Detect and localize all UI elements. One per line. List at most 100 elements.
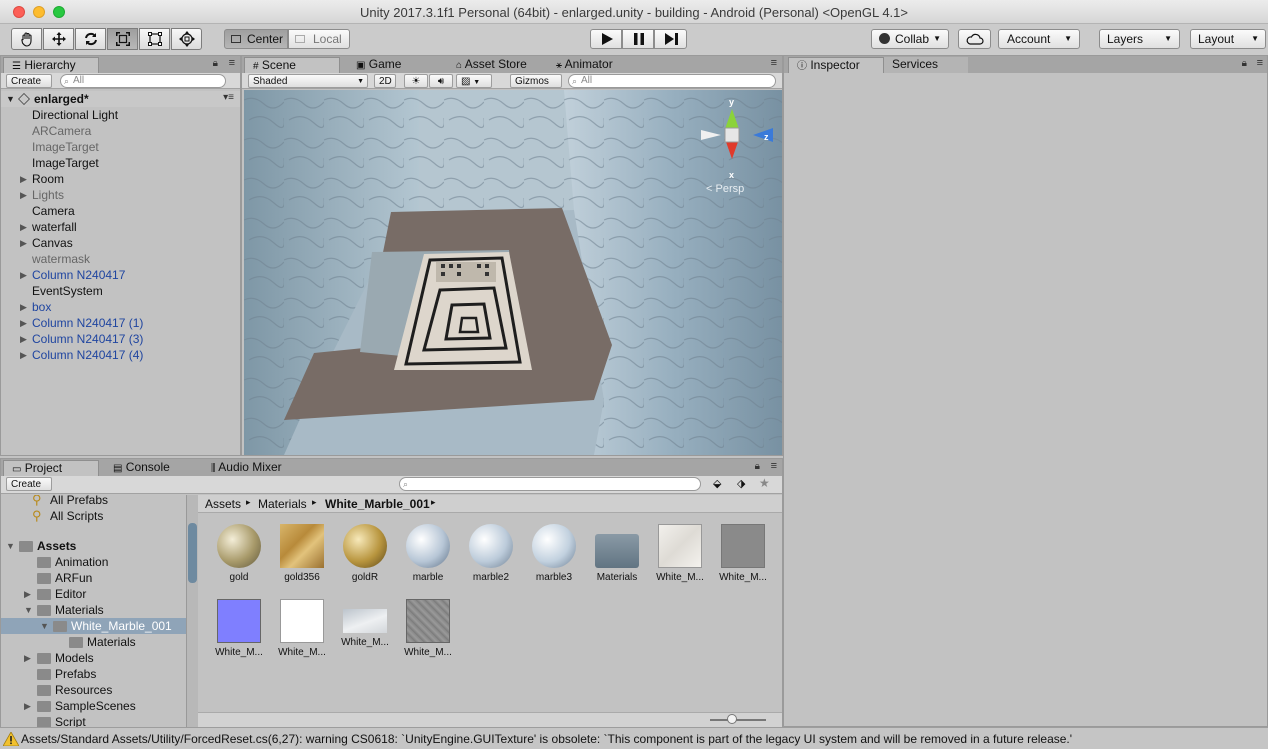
expand-arrow-icon[interactable]: ▶ xyxy=(20,315,27,331)
asset-gold[interactable]: gold xyxy=(210,524,268,583)
tree-scrollbar[interactable] xyxy=(186,495,198,727)
favorite-item[interactable]: ⚲ All Prefabs xyxy=(1,495,186,508)
search-by-label-icon[interactable]: ⬗ xyxy=(737,477,745,490)
asset-white-marble[interactable]: White_M... xyxy=(399,599,457,658)
hierarchy-item[interactable]: ▶ Room xyxy=(1,171,240,187)
tab-audio-mixer[interactable]: ⫼ Audio Mixer xyxy=(203,460,290,476)
expand-arrow-icon[interactable]: ▼ xyxy=(6,538,15,554)
asset-white-marble[interactable]: White_M... xyxy=(714,524,772,583)
expand-arrow-icon[interactable]: ▶ xyxy=(20,299,27,315)
tab-game[interactable]: ▣ Game xyxy=(348,57,409,73)
step-button[interactable] xyxy=(654,29,687,49)
scene-menu-icon[interactable]: ▾≡ xyxy=(223,92,234,103)
rotate-tool-button[interactable] xyxy=(75,28,106,50)
thumbnail-size-handle[interactable] xyxy=(727,714,737,724)
expand-arrow-icon[interactable]: ▶ xyxy=(24,586,31,602)
layers-dropdown[interactable]: Layers ▼ xyxy=(1099,29,1180,49)
asset-white-marble[interactable]: White_M... xyxy=(336,599,394,648)
folder-tree-item[interactable]: Materials xyxy=(1,634,186,650)
hierarchy-item[interactable]: EventSystem xyxy=(1,283,240,299)
search-by-type-icon[interactable]: ⬙ xyxy=(713,477,721,490)
panel-menu-icon[interactable]: ≡ xyxy=(771,460,777,472)
expand-arrow-icon[interactable]: ▶ xyxy=(24,650,31,666)
asset-white-marble[interactable]: White_M... xyxy=(210,599,268,658)
expand-arrow-icon[interactable]: ▶ xyxy=(20,235,27,251)
folder-tree-item[interactable]: ▶ Editor xyxy=(1,586,186,602)
tab-project[interactable]: ▭ Project xyxy=(3,460,99,476)
tab-inspector[interactable]: ⓘ Inspector xyxy=(788,57,884,73)
thumbnail-size-slider[interactable] xyxy=(710,719,766,721)
panel-menu-icon[interactable]: ≡ xyxy=(1257,57,1263,69)
asset-marble3[interactable]: marble3 xyxy=(525,524,583,583)
scene-effects-dropdown[interactable]: ▨ ▼ xyxy=(456,74,492,88)
gizmos-dropdown[interactable]: Gizmos ▼ xyxy=(510,74,562,99)
hierarchy-item[interactable]: ▶ waterfall xyxy=(1,219,240,235)
tab-animator[interactable]: ⚹ Animator xyxy=(548,57,621,73)
scene-viewport[interactable]: y z x < Persp xyxy=(244,90,782,455)
account-dropdown[interactable]: Account ▼ xyxy=(998,29,1080,49)
expand-arrow-icon[interactable]: ▶ xyxy=(20,267,27,283)
lock-icon[interactable]: 🔒︎ xyxy=(755,461,760,472)
expand-arrow-icon[interactable]: ▶ xyxy=(24,698,31,714)
hierarchy-item[interactable]: ▶ box xyxy=(1,299,240,315)
tab-hierarchy[interactable]: ☰ Hierarchy xyxy=(3,57,99,73)
hierarchy-item[interactable]: ImageTarget xyxy=(1,155,240,171)
hierarchy-item[interactable]: ▶ Column N240417 xyxy=(1,267,240,283)
scene-audio-toggle[interactable]: 🔊︎ xyxy=(429,74,453,88)
tab-asset-store[interactable]: ⌂ Asset Store xyxy=(448,57,535,73)
status-bar[interactable]: Assets/Standard Assets/Utility/ForcedRes… xyxy=(0,727,1268,749)
tab-console[interactable]: ▤ Console xyxy=(105,460,178,476)
tab-services[interactable]: Services xyxy=(884,57,968,73)
folder-tree-item[interactable]: ▶ Models xyxy=(1,650,186,666)
expand-arrow-icon[interactable]: ▼ xyxy=(40,618,49,634)
lock-icon[interactable]: 🔒︎ xyxy=(1242,58,1247,69)
asset-gold356[interactable]: gold356 xyxy=(273,524,331,583)
folder-tree-item[interactable]: Script xyxy=(1,714,186,727)
project-create-button[interactable]: Create ▼ xyxy=(6,477,52,502)
hierarchy-item[interactable]: ▶ Canvas xyxy=(1,235,240,251)
hierarchy-item[interactable]: ARCamera xyxy=(1,123,240,139)
breadcrumb-assets[interactable]: Assets xyxy=(205,497,241,511)
pivot-local-toggle[interactable]: Local xyxy=(288,29,350,49)
hierarchy-item[interactable]: Directional Light xyxy=(1,107,240,123)
play-button[interactable] xyxy=(590,29,622,49)
expand-arrow-icon[interactable]: ▶ xyxy=(20,219,27,235)
panel-menu-icon[interactable]: ≡ xyxy=(771,57,777,69)
projection-label[interactable]: < Persp xyxy=(706,183,744,195)
breadcrumb-white-marble[interactable]: White_Marble_001 xyxy=(325,497,430,511)
favorite-star-icon[interactable]: ★ xyxy=(759,476,770,490)
layout-dropdown[interactable]: Layout ▼ xyxy=(1190,29,1266,49)
expand-arrow-icon[interactable]: ▶ xyxy=(20,347,27,363)
folder-tree-item[interactable]: ▼ White_Marble_001 xyxy=(1,618,186,634)
asset-goldr[interactable]: goldR xyxy=(336,524,394,583)
pause-button[interactable] xyxy=(622,29,654,49)
hierarchy-item[interactable]: Camera xyxy=(1,203,240,219)
shading-mode-dropdown[interactable]: Shaded ▼ xyxy=(248,74,368,88)
expand-arrow-icon[interactable]: ▶ xyxy=(20,331,27,347)
folder-tree-item[interactable]: Animation xyxy=(1,554,186,570)
move-tool-button[interactable] xyxy=(43,28,74,50)
hierarchy-item[interactable]: ▶ Column N240417 (3) xyxy=(1,331,240,347)
2d-toggle[interactable]: 2D xyxy=(374,74,396,88)
hand-tool-button[interactable] xyxy=(11,28,42,50)
hierarchy-item[interactable]: ▶ Lights xyxy=(1,187,240,203)
project-search-input[interactable]: ⌕ xyxy=(399,477,701,491)
expand-arrow-icon[interactable]: ▼ xyxy=(24,602,33,618)
folder-tree-item[interactable]: ▼ Materials xyxy=(1,602,186,618)
hierarchy-item[interactable]: ▶ Column N240417 (1) xyxy=(1,315,240,331)
expand-arrow-icon[interactable]: ▶ xyxy=(20,171,27,187)
folder-tree-item[interactable]: Resources xyxy=(1,682,186,698)
lock-icon[interactable]: 🔒︎ xyxy=(213,58,218,69)
asset-marble2[interactable]: marble2 xyxy=(462,524,520,583)
folder-tree-item[interactable]: Prefabs xyxy=(1,666,186,682)
hierarchy-create-button[interactable]: Create ▼ xyxy=(6,74,52,99)
asset-white-marble[interactable]: White_M... xyxy=(273,599,331,658)
scale-tool-button[interactable] xyxy=(107,28,138,50)
hierarchy-search-input[interactable]: ⌕ All xyxy=(60,74,226,88)
transform-tool-button[interactable] xyxy=(171,28,202,50)
asset-materials-folder[interactable]: Materials xyxy=(588,524,646,583)
folder-tree-item[interactable]: ARFun xyxy=(1,570,186,586)
expand-arrow-icon[interactable]: ▼ xyxy=(6,91,15,107)
expand-arrow-icon[interactable]: ▶ xyxy=(20,187,27,203)
asset-marble[interactable]: marble xyxy=(399,524,457,583)
